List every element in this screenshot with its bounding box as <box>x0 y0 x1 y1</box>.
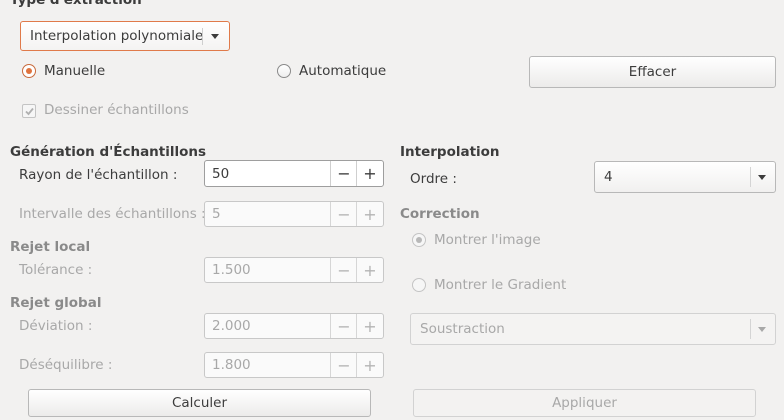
radio-manual[interactable] <box>22 64 36 78</box>
deviation-value: 2.000 <box>212 318 251 334</box>
increment-button[interactable]: + <box>356 161 383 186</box>
deviation-spinbutton[interactable]: 2.000 − + <box>204 313 384 339</box>
draw-samples-checkbox[interactable] <box>22 104 36 118</box>
combo-separator <box>202 28 203 45</box>
section-title-correction: Correction <box>400 206 480 222</box>
decrement-button[interactable]: − <box>330 314 357 338</box>
tolerance-label: Tolérance : <box>19 262 93 278</box>
chevron-down-icon <box>211 34 219 39</box>
radio-unselected-icon <box>277 64 291 78</box>
draw-samples-label: Dessiner échantillons <box>44 102 189 118</box>
tolerance-spinbutton[interactable]: 1.500 − + <box>204 257 384 283</box>
radio-manual-label[interactable]: Manuelle <box>44 63 105 79</box>
imbalance-label: Déséquilibre : <box>19 357 113 373</box>
show-gradient-label: Montrer le Gradient <box>434 277 567 293</box>
section-title-extraction-type: Type d'extraction <box>10 0 142 8</box>
checkmark-icon <box>22 104 36 118</box>
sample-interval-value: 5 <box>212 206 221 222</box>
radio-show-gradient[interactable] <box>412 278 426 292</box>
sample-interval-label: Intervalle des échantillons : <box>19 206 206 222</box>
sample-interval-spinbutton[interactable]: 5 − + <box>204 201 384 227</box>
combo-separator <box>750 319 751 339</box>
chevron-down-icon <box>758 327 766 332</box>
radio-selected-icon <box>22 64 36 78</box>
correction-method-value: Soustraction <box>420 321 505 337</box>
increment-button[interactable]: + <box>356 202 383 226</box>
imbalance-value: 1.800 <box>212 357 251 373</box>
order-select[interactable]: 4 <box>594 161 776 193</box>
decrement-button[interactable]: − <box>330 202 357 226</box>
sample-radius-value: 50 <box>212 166 230 182</box>
increment-button[interactable]: + <box>356 258 383 282</box>
radio-show-image[interactable] <box>412 233 426 247</box>
radio-automatic[interactable] <box>277 64 291 78</box>
order-label: Ordre : <box>410 171 457 187</box>
chevron-down-icon <box>758 175 766 180</box>
decrement-button[interactable]: − <box>330 258 357 282</box>
extraction-type-select[interactable]: Interpolation polynomiale <box>20 21 230 51</box>
section-title-interpolation: Interpolation <box>400 144 500 160</box>
tolerance-value: 1.500 <box>212 262 251 278</box>
apply-button[interactable]: Appliquer <box>413 389 756 417</box>
decrement-button[interactable]: − <box>330 353 357 377</box>
show-image-label: Montrer l'image <box>434 232 541 248</box>
section-title-local-reject: Rejet local <box>10 239 91 255</box>
imbalance-spinbutton[interactable]: 1.800 − + <box>204 352 384 378</box>
radio-automatic-label[interactable]: Automatique <box>299 63 386 79</box>
increment-button[interactable]: + <box>356 353 383 377</box>
combo-separator <box>750 167 751 187</box>
correction-method-select[interactable]: Soustraction <box>410 313 776 345</box>
radio-unselected-icon <box>412 278 426 292</box>
clear-button[interactable]: Effacer <box>529 56 776 88</box>
sample-radius-spinbutton[interactable]: 50 − + <box>204 160 384 187</box>
increment-button[interactable]: + <box>356 314 383 338</box>
sample-radius-label: Rayon de l'échantillon : <box>19 167 178 183</box>
extraction-type-value: Interpolation polynomiale <box>30 28 204 44</box>
radio-selected-icon <box>412 233 426 247</box>
order-value: 4 <box>604 169 613 185</box>
decrement-button[interactable]: − <box>330 161 357 186</box>
section-title-sample-generation: Génération d'Échantillons <box>10 144 207 160</box>
compute-button[interactable]: Calculer <box>28 389 371 417</box>
deviation-label: Déviation : <box>19 318 93 334</box>
section-title-global-reject: Rejet global <box>10 295 102 311</box>
